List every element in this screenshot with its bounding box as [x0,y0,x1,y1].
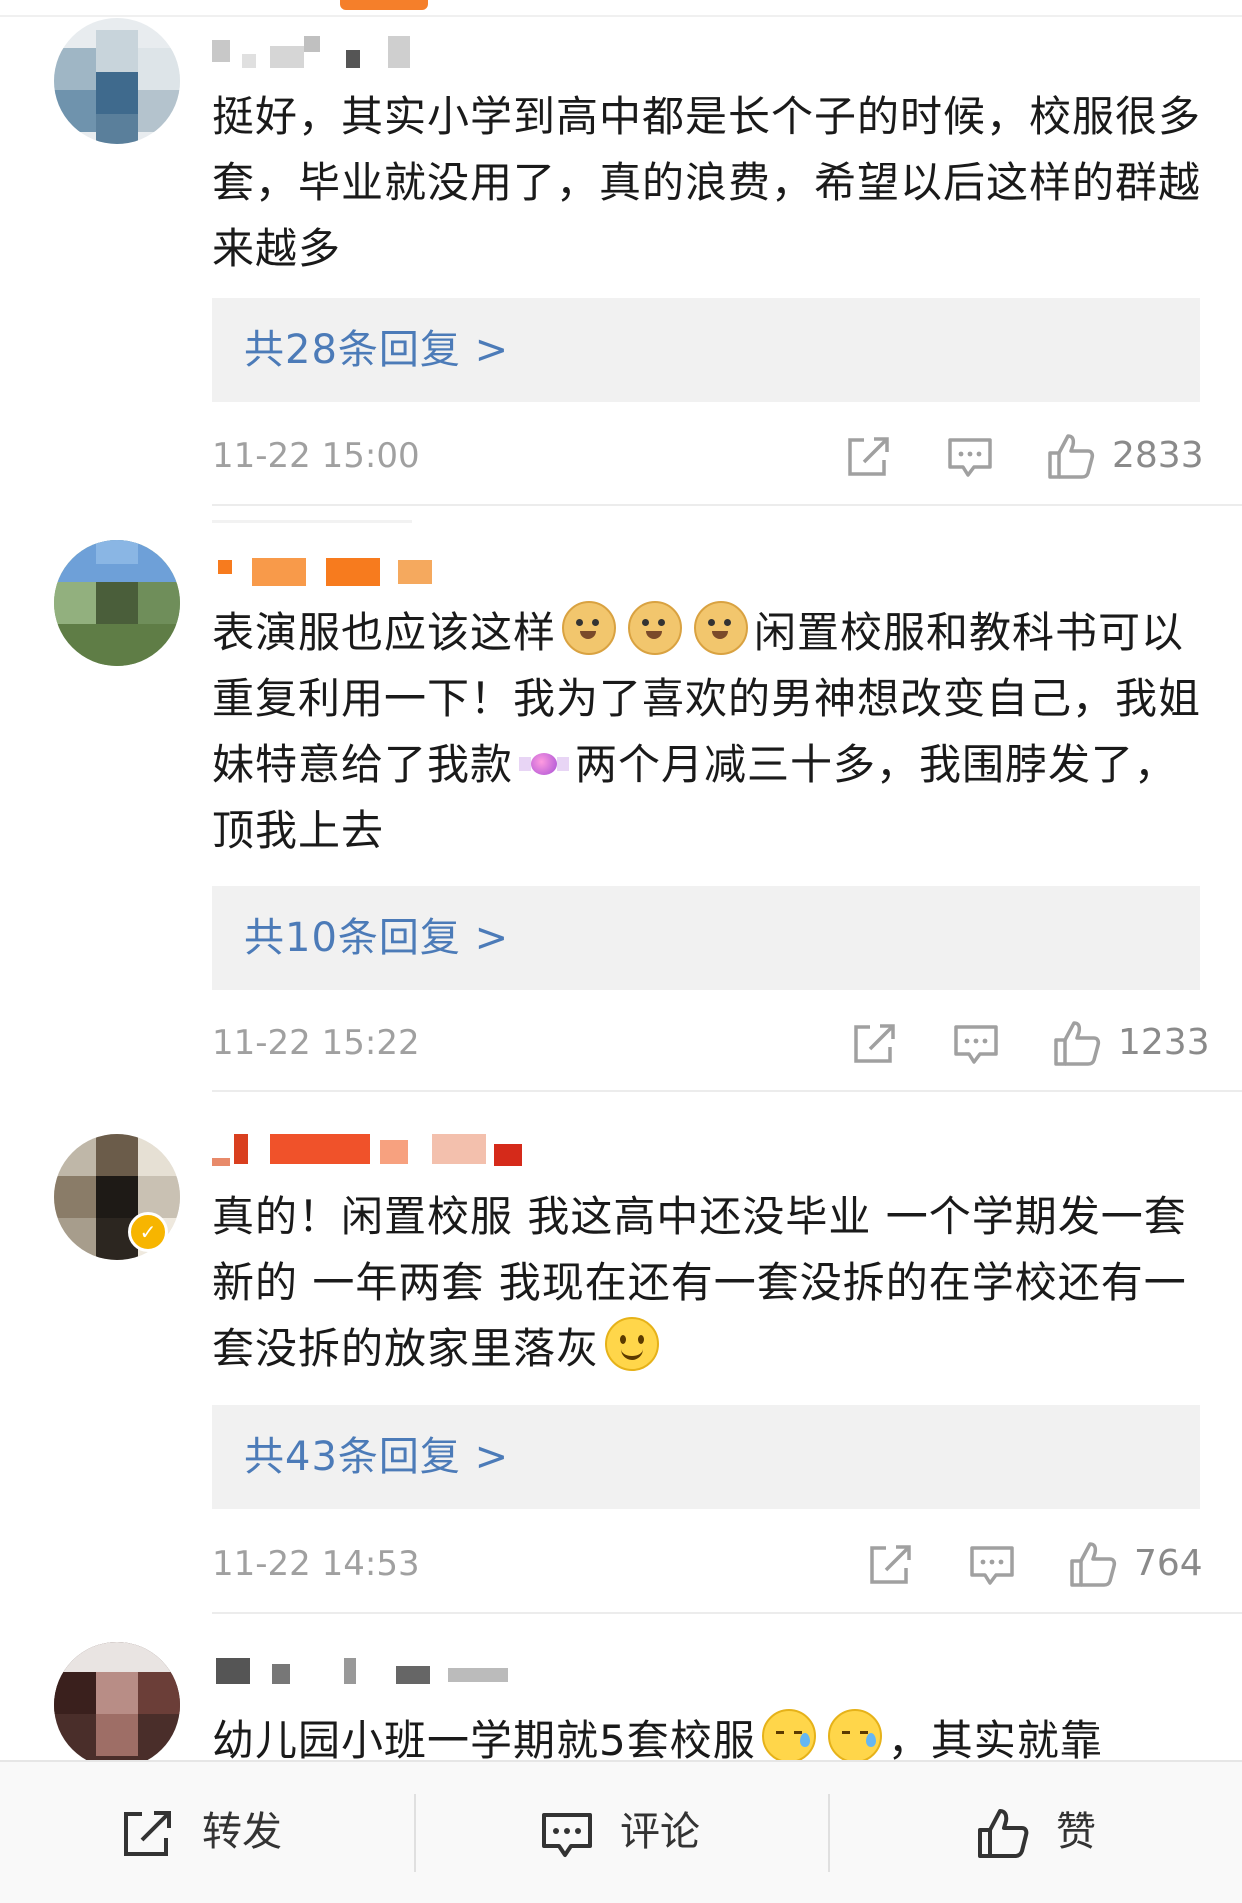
nickname-redacted[interactable] [212,520,442,594]
comment-divider [212,1090,1242,1092]
nickname-redacted[interactable] [212,1134,522,1170]
avatar[interactable] [54,540,180,666]
comment-divider [212,1612,1242,1614]
verified-badge-icon: ✓ [128,1212,168,1252]
comment-icon[interactable] [968,1539,1016,1589]
avatar[interactable] [54,18,180,144]
comment-icon[interactable] [952,1018,1000,1068]
avatar[interactable] [54,1642,180,1768]
like-count: 2833 [1112,435,1204,476]
timestamp: 11-22 15:22 [212,1023,420,1063]
bar-separator [828,1794,830,1872]
comment-text: 表演服也应该这样 闲置校服和教科书可以重复利用一下！我为了喜欢的男神想改变自己，我… [212,600,1202,864]
bar-separator [414,1794,416,1872]
view-replies-button[interactable]: 共28条回复 > [212,298,1200,402]
like-button[interactable]: 赞 [976,1762,1136,1903]
like-icon[interactable] [1068,1539,1118,1589]
timestamp: 11-22 15:00 [212,436,420,476]
comment-text: 真的！闲置校服 我这高中还没毕业 一个学期发一套新的 一年两套 我现在还有一套没… [212,1184,1202,1382]
comment-text-part: 表演服也应该这样 [212,608,557,657]
timestamp: 11-22 14:53 [212,1544,420,1584]
nickname-redacted[interactable] [212,1658,512,1694]
comment-text-part: 真的！闲置校服 我这高中还没毕业 一个学期发一套新的 一年两套 我现在还有一套没… [212,1192,1187,1373]
like-icon[interactable] [1052,1018,1102,1068]
repost-label: 转发 [202,1809,282,1855]
bottom-action-bar: 转发 评论 赞 [0,1760,1242,1903]
view-replies-button[interactable]: 共10条回复 > [212,886,1200,990]
top-divider [0,15,1242,17]
comment-meta: 11-22 15:22 1233 [212,1018,1210,1068]
share-icon[interactable] [844,431,892,481]
comment-icon[interactable] [946,431,994,481]
like-count: 764 [1134,1543,1203,1584]
replies-label: 共43条回复 > [244,1434,510,1480]
like-icon[interactable] [1046,431,1096,481]
comment-meta: 11-22 15:00 2833 [212,431,1204,481]
like-label: 赞 [1056,1809,1096,1855]
comment-label: 评论 [620,1809,700,1855]
top-tab-indicator [340,0,428,10]
smile-emoji [605,1317,660,1371]
repost-button[interactable]: 转发 [120,1762,320,1903]
view-replies-button[interactable]: 共43条回复 > [212,1405,1200,1509]
doge-emoji [628,601,683,655]
comment-text-part: 幼儿园小班一学期就5套校服 [212,1716,756,1760]
sweat-emoji [827,1709,882,1760]
like-icon [978,1809,1029,1858]
repost-icon [124,1811,171,1856]
like-count: 1233 [1118,1022,1210,1063]
candy-emoji [517,747,571,781]
comment-text-part: ，其实就靠 [887,1716,1103,1760]
replies-label: 共28条回复 > [244,327,510,373]
share-icon[interactable] [866,1539,914,1589]
comment-meta: 11-22 14:53 764 [212,1539,1203,1589]
comment-divider [212,504,1242,506]
doge-emoji [562,601,617,655]
replies-label: 共10条回复 > [244,915,510,961]
nickname-redacted[interactable] [212,36,452,72]
comment-icon [542,1813,592,1857]
comment-button[interactable]: 评论 [540,1762,740,1903]
comment-text: 幼儿园小班一学期就5套校服 ，其实就靠 [212,1708,1202,1760]
comment-text: 挺好，其实小学到高中都是长个子的时候，校服很多套，毕业就没用了，真的浪费，希望以… [212,92,1202,273]
share-icon[interactable] [850,1018,898,1068]
doge-emoji [694,601,749,655]
sweat-emoji [761,1709,816,1760]
